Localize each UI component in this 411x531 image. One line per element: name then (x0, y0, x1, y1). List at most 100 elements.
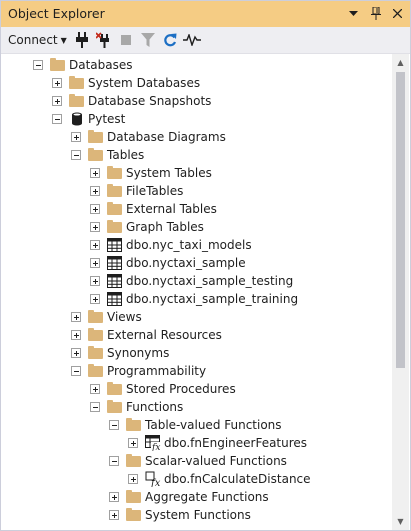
tree-item-label: dbo.nyctaxi_sample_training (126, 292, 299, 306)
expand-icon[interactable] (90, 276, 100, 286)
expand-icon[interactable] (52, 96, 62, 106)
tree-item-table[interactable]: dbo.nyc_taxi_models (1, 236, 391, 254)
tree-item-databases[interactable]: Databases (1, 56, 391, 74)
expand-icon[interactable] (90, 168, 100, 178)
scroll-up-icon[interactable]: ▲ (392, 54, 409, 71)
expand-icon[interactable] (71, 330, 81, 340)
table-icon (107, 255, 123, 271)
folder-icon (107, 399, 123, 415)
expand-icon[interactable] (52, 78, 62, 88)
collapse-icon[interactable] (52, 114, 62, 124)
tree-item-system-databases[interactable]: System Databases (1, 74, 391, 92)
tree-item-label: Programmability (107, 364, 207, 378)
tree-item-programmability[interactable]: Programmability (1, 362, 391, 380)
expand-icon[interactable] (90, 258, 100, 268)
folder-icon (69, 93, 85, 109)
tree-item-pytest[interactable]: Pytest (1, 110, 391, 128)
tree-item-filetables[interactable]: FileTables (1, 182, 391, 200)
expand-icon[interactable] (90, 294, 100, 304)
tree-item-label: dbo.nyctaxi_sample (126, 256, 246, 270)
tree-item-external-tables[interactable]: External Tables (1, 200, 391, 218)
disconnect-plug-icon[interactable] (94, 30, 114, 50)
expand-icon[interactable] (71, 132, 81, 142)
tree-item-external-resources[interactable]: External Resources (1, 326, 391, 344)
tree-item-function[interactable]: fx dbo.fnEngineerFeatures (1, 434, 391, 453)
expand-icon[interactable] (109, 492, 119, 502)
expand-icon[interactable] (71, 312, 81, 322)
connect-plug-icon[interactable] (72, 30, 92, 50)
tree-item-functions[interactable]: Functions (1, 398, 391, 416)
object-tree: Databases System Databases Database Snap… (1, 54, 391, 530)
tree-item-stored-procedures[interactable]: Stored Procedures (1, 380, 391, 398)
folder-icon (88, 363, 104, 379)
scalar-function-icon: fx (145, 471, 161, 489)
tree-item-label: System Databases (88, 76, 201, 90)
folder-icon (107, 381, 123, 397)
chevron-down-icon[interactable]: ▼ (61, 36, 67, 45)
collapse-icon[interactable] (109, 456, 119, 466)
connect-button[interactable]: Connect ▼ (8, 31, 67, 49)
expand-icon[interactable] (71, 348, 81, 358)
stop-icon[interactable] (116, 30, 136, 50)
tree-item-database-diagrams[interactable]: Database Diagrams (1, 128, 391, 146)
folder-icon (126, 489, 142, 505)
tree-item-label: Table-valued Functions (145, 418, 282, 432)
expand-icon[interactable] (90, 240, 100, 250)
tree-item-label: dbo.nyc_taxi_models (126, 238, 252, 252)
collapse-icon[interactable] (71, 150, 81, 160)
folder-icon (88, 327, 104, 343)
expand-icon[interactable] (109, 510, 119, 520)
folder-icon (50, 57, 66, 73)
tree-item-system-functions[interactable]: System Functions (1, 506, 391, 524)
scroll-down-icon[interactable]: ▼ (392, 513, 409, 530)
tree-item-views[interactable]: Views (1, 308, 391, 326)
close-icon[interactable] (388, 4, 407, 23)
collapse-icon[interactable] (71, 366, 81, 376)
tree-item-label: Database Diagrams (107, 130, 226, 144)
tree-item-synonyms[interactable]: Synonyms (1, 344, 391, 362)
tree-item-table[interactable]: dbo.nyctaxi_sample_training (1, 290, 391, 308)
tree-item-label: External Resources (107, 328, 222, 342)
folder-icon (69, 75, 85, 91)
connect-label: Connect (8, 33, 58, 47)
tree-item-label: Pytest (88, 112, 126, 126)
folder-icon (107, 219, 123, 235)
tree-item-label: System Tables (126, 166, 212, 180)
folder-icon (126, 453, 142, 469)
tree-item-table[interactable]: dbo.nyctaxi_sample_testing (1, 272, 391, 290)
collapse-icon[interactable] (33, 60, 43, 70)
expand-icon[interactable] (90, 384, 100, 394)
title-bar-controls (344, 4, 407, 23)
tree-item-aggregate-functions[interactable]: Aggregate Functions (1, 488, 391, 506)
expand-icon[interactable] (128, 438, 138, 448)
folder-icon (126, 417, 142, 433)
tree-item-label: External Tables (126, 202, 217, 216)
expand-icon[interactable] (90, 222, 100, 232)
tree-item-database-snapshots[interactable]: Database Snapshots (1, 92, 391, 110)
collapse-icon[interactable] (109, 420, 119, 430)
vertical-scrollbar[interactable]: ▲ ▼ (392, 54, 409, 530)
tree-item-label: Tables (107, 148, 145, 162)
expand-icon[interactable] (90, 186, 100, 196)
collapse-icon[interactable] (90, 402, 100, 412)
svg-text:fx: fx (151, 443, 160, 451)
tree-item-function[interactable]: fx dbo.fnCalculateDistance (1, 470, 391, 489)
scrollbar-thumb[interactable] (396, 72, 405, 368)
tree-item-system-tables[interactable]: System Tables (1, 164, 391, 182)
tree-item-graph-tables[interactable]: Graph Tables (1, 218, 391, 236)
refresh-icon[interactable] (160, 30, 180, 50)
tree-item-tables[interactable]: Tables (1, 146, 391, 164)
activity-monitor-icon[interactable] (182, 30, 202, 50)
tree-item-table[interactable]: dbo.nyctaxi_sample (1, 254, 391, 272)
expand-icon[interactable] (128, 474, 138, 484)
table-icon (107, 237, 123, 253)
table-function-icon: fx (145, 435, 161, 453)
tree-item-table-valued-functions[interactable]: Table-valued Functions (1, 416, 391, 434)
filter-icon[interactable] (138, 30, 158, 50)
dropdown-icon[interactable] (344, 4, 363, 23)
tree-item-label: dbo.fnCalculateDistance (164, 472, 311, 486)
expand-icon[interactable] (90, 204, 100, 214)
pin-icon[interactable] (366, 4, 385, 23)
tree-item-scalar-valued-functions[interactable]: Scalar-valued Functions (1, 452, 391, 470)
folder-icon (88, 309, 104, 325)
